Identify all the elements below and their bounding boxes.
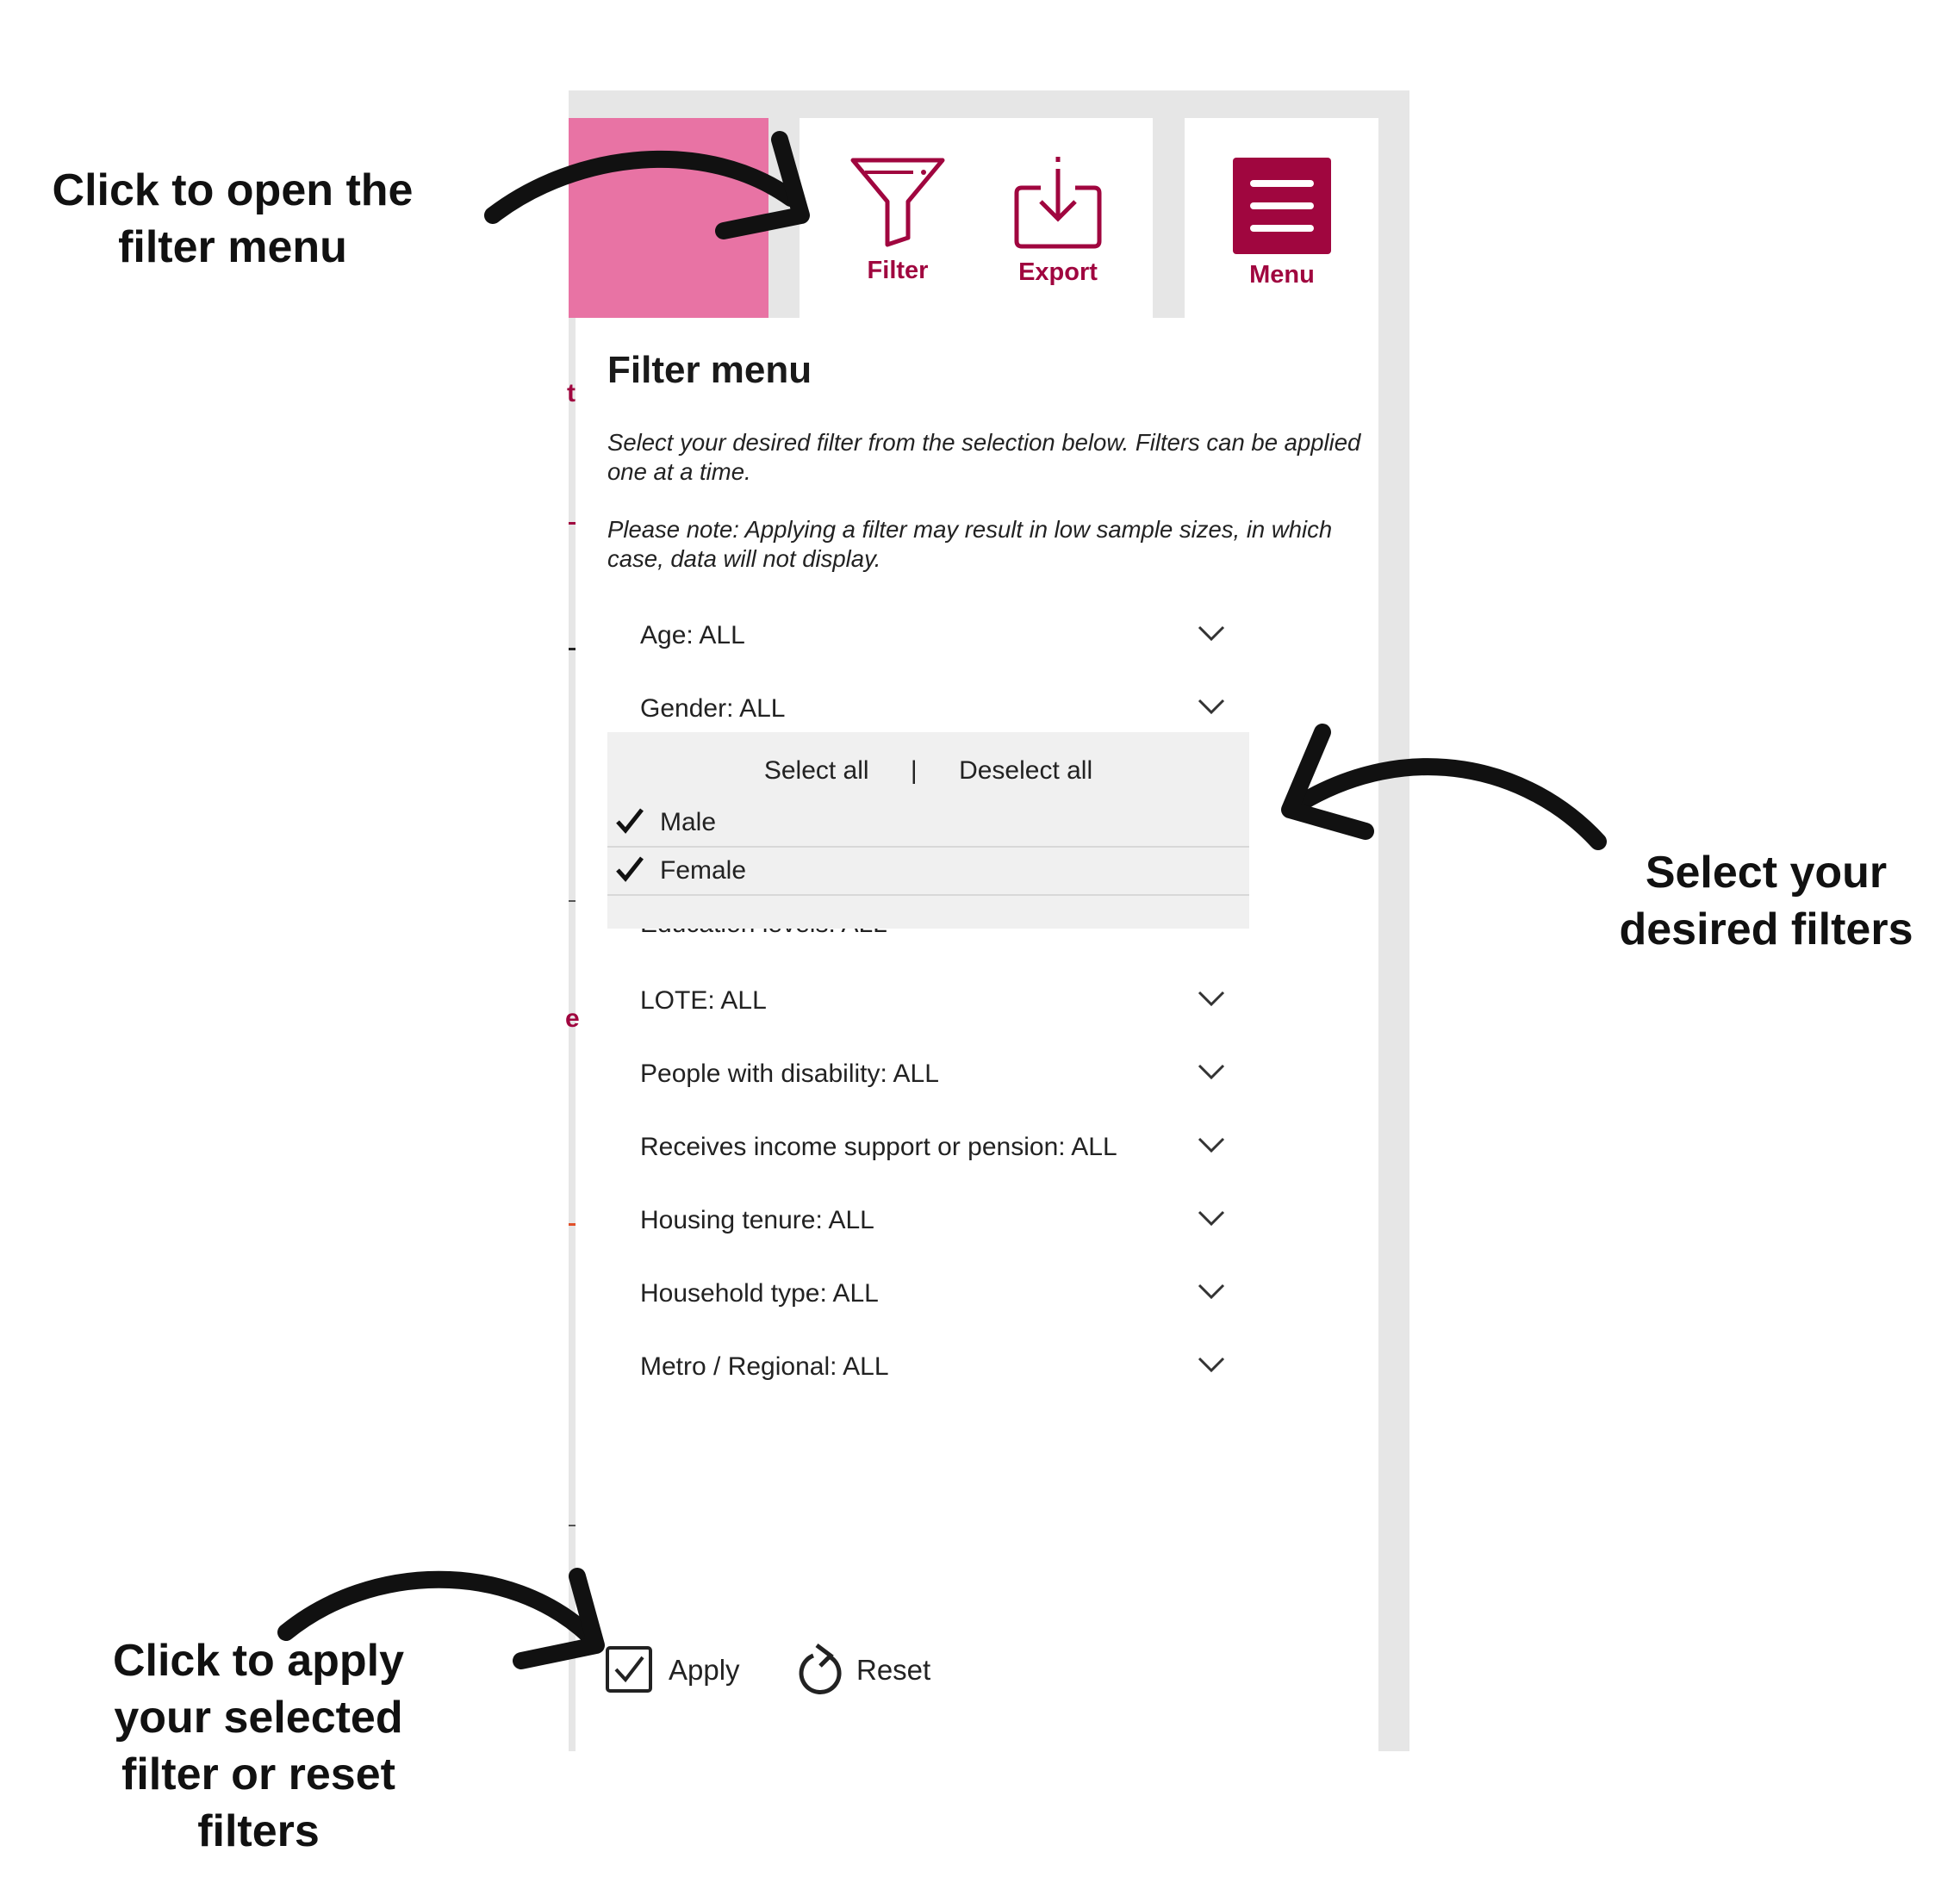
filter-button-label: Filter (867, 257, 929, 284)
export-button[interactable]: Export (998, 155, 1118, 287)
filter-label: Housing tenure: ALL (640, 1206, 874, 1234)
filter-menu-intro: Select your desired filter from the sele… (607, 429, 1361, 485)
filter-button[interactable]: Filter (837, 155, 958, 285)
chevron-down-icon (1198, 1064, 1225, 1080)
filter-lote[interactable]: LOTE: ALL (640, 979, 1226, 1022)
background-fragment (569, 960, 576, 974)
background-fragment (569, 1723, 576, 1751)
export-button-label: Export (1018, 258, 1098, 286)
filter-label: People with disability: ALL (640, 1060, 939, 1088)
filter-disability[interactable]: People with disability: ALL (640, 1053, 1226, 1096)
dropdown-separator: | (910, 756, 918, 785)
chevron-down-icon (1198, 1283, 1225, 1300)
background-fragment (569, 1525, 576, 1526)
annotation-open-filter: Click to open the filter menu (52, 165, 414, 272)
background-fragment: t (567, 379, 576, 407)
filter-household-type[interactable]: Household type: ALL (640, 1272, 1226, 1315)
option-label: Female (660, 856, 747, 885)
chevron-down-icon (1198, 699, 1225, 715)
option-male[interactable]: Male (607, 798, 1249, 848)
filter-age[interactable]: Age: ALL (640, 614, 1226, 657)
filter-metro-regional[interactable]: Metro / Regional: ALL (640, 1345, 1226, 1389)
filter-label: LOTE: ALL (640, 986, 767, 1015)
apply-label: Apply (669, 1654, 740, 1686)
reset-button[interactable]: Reset (796, 1644, 968, 1695)
filter-housing-tenure[interactable]: Housing tenure: ALL (640, 1199, 1226, 1242)
menu-button-label: Menu (1249, 261, 1315, 289)
filter-label: Age: ALL (640, 621, 745, 649)
filter-income-support[interactable]: Receives income support or pension: ALL (640, 1126, 1226, 1169)
chevron-down-icon (1198, 1210, 1225, 1227)
export-icon (1014, 157, 1102, 249)
arrow-icon (1281, 724, 1607, 850)
background-fragment (569, 900, 576, 902)
filter-menu-note: Please note: Applying a filter may resul… (607, 516, 1333, 572)
chevron-down-icon (1198, 625, 1225, 642)
background-fragment (569, 522, 576, 525)
checkmark-icon (616, 856, 644, 882)
reset-label: Reset (856, 1654, 931, 1686)
background-fragment (569, 1223, 576, 1226)
filter-gender[interactable]: Gender: ALL (640, 687, 1226, 730)
chevron-down-icon (1198, 1137, 1225, 1153)
arrow-icon (484, 131, 810, 239)
filter-label: Household type: ALL (640, 1279, 879, 1308)
arrow-icon (277, 1568, 605, 1669)
funnel-icon (850, 158, 945, 247)
select-all-link[interactable]: Select all (764, 756, 869, 785)
option-female[interactable]: Female (607, 846, 1249, 896)
filter-label: Metro / Regional: ALL (640, 1352, 889, 1381)
deselect-all-link[interactable]: Deselect all (959, 756, 1092, 785)
dropdown-footer (607, 896, 1249, 929)
hamburger-icon (1233, 158, 1331, 254)
filter-label: Receives income support or pension: ALL (640, 1133, 1117, 1161)
dropdown-header: Select all | Deselect all (607, 756, 1249, 786)
background-fragment (569, 648, 576, 650)
filter-menu-title: Filter menu (607, 349, 812, 391)
background-fragment: e (565, 1004, 580, 1033)
annotation-select-filters: Select your desired filters (1619, 848, 1913, 954)
filter-label: Gender: ALL (640, 694, 786, 723)
option-label: Male (660, 808, 717, 836)
chevron-down-icon (1198, 991, 1225, 1007)
apply-button[interactable]: Apply (605, 1645, 777, 1697)
reset-icon (799, 1644, 842, 1694)
menu-button[interactable]: Menu (1222, 158, 1342, 289)
chevron-down-icon (1198, 1357, 1225, 1373)
checkmark-icon (616, 808, 644, 834)
